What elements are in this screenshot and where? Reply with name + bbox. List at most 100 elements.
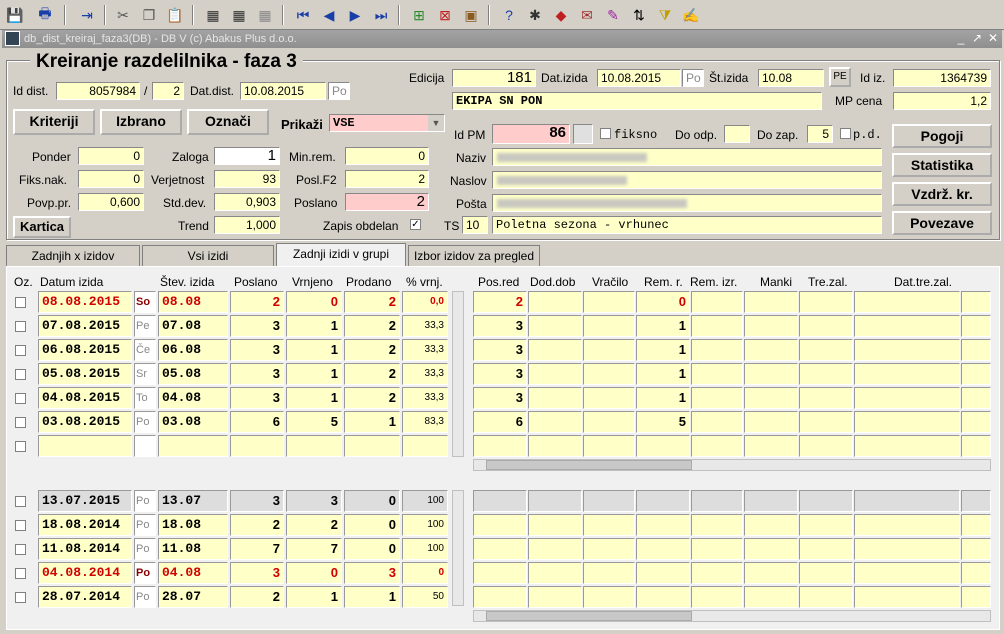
rows_top-cell-date[interactable]: 03.08.2015 bbox=[38, 411, 132, 433]
rows_top-cell-pct[interactable]: 33,3 bbox=[402, 363, 448, 385]
rows_bottom-cell-dattrezal[interactable] bbox=[854, 514, 960, 536]
rows_bottom-cell-poslano[interactable]: 3 bbox=[230, 490, 284, 512]
rows_top-cell-manki[interactable] bbox=[744, 315, 798, 337]
rows_top-cell-poslano[interactable]: 3 bbox=[230, 387, 284, 409]
rows_bottom-cell-dattrezal[interactable] bbox=[854, 586, 960, 608]
rows_bottom-cell-remizr[interactable] bbox=[691, 490, 743, 512]
rows_top-cell-extra[interactable] bbox=[961, 339, 991, 361]
paste-icon[interactable]: 📋 bbox=[164, 4, 186, 26]
rows_top-cell-rem[interactable]: 1 bbox=[636, 363, 690, 385]
rows_bottom-cell-poslano[interactable]: 3 bbox=[230, 562, 284, 584]
rows_top-cell-vrnjeno[interactable]: 1 bbox=[286, 387, 342, 409]
rows_bottom-cell-extra[interactable] bbox=[961, 538, 991, 560]
rows_top-cell-manki[interactable] bbox=[744, 363, 798, 385]
rows_bottom-cell-dattrezal[interactable] bbox=[854, 490, 960, 512]
rows_top-cell-prodano[interactable]: 2 bbox=[344, 339, 400, 361]
rows_bottom-cell-vracilo[interactable] bbox=[583, 562, 635, 584]
rows_bottom-cell-trezal[interactable] bbox=[799, 514, 853, 536]
rows_top-cell-vracilo[interactable] bbox=[583, 435, 635, 457]
rows_bottom-cell-dodbob[interactable] bbox=[528, 562, 582, 584]
rows_bottom-cell-pct[interactable]: 100 bbox=[402, 514, 448, 536]
rows_top-cell-prodano[interactable]: 2 bbox=[344, 387, 400, 409]
rows_top-cell-dattrezal[interactable] bbox=[854, 315, 960, 337]
rows_top-cell-day[interactable]: So bbox=[134, 291, 156, 313]
sort-icon[interactable]: ⇅ bbox=[628, 4, 650, 26]
hscroll-thumb[interactable] bbox=[486, 611, 692, 621]
rows_top-cell-rem[interactable] bbox=[636, 435, 690, 457]
rows_bottom-cell-remizr[interactable] bbox=[691, 586, 743, 608]
id-iz-field[interactable]: 1364739 bbox=[893, 69, 991, 87]
rows_bottom-cell-date[interactable]: 11.08.2014 bbox=[38, 538, 132, 560]
naslov-field[interactable] bbox=[492, 171, 882, 189]
rows_top-cell-prodano[interactable]: 1 bbox=[344, 411, 400, 433]
rows_top-cell-date[interactable]: 06.08.2015 bbox=[38, 339, 132, 361]
rows_bottom-cell-num[interactable]: 28.07 bbox=[158, 586, 228, 608]
rows_bottom-cell-day[interactable]: Po bbox=[134, 514, 156, 536]
rows_bottom-cell-date[interactable]: 04.08.2014 bbox=[38, 562, 132, 584]
rows_bottom-cell-posred[interactable] bbox=[473, 490, 527, 512]
rows_top-cell-vracilo[interactable] bbox=[583, 315, 635, 337]
rows_bottom-cell-posred[interactable] bbox=[473, 514, 527, 536]
rows_top-row-checkbox[interactable] bbox=[15, 345, 26, 356]
id-pm-field[interactable]: 86 bbox=[492, 124, 570, 144]
verjetnost-field[interactable]: 93 bbox=[214, 170, 280, 188]
rows_bottom-cell-prodano[interactable]: 0 bbox=[344, 514, 400, 536]
rows_bottom-cell-dodbob[interactable] bbox=[528, 538, 582, 560]
rows_bottom-cell-vrnjeno[interactable]: 1 bbox=[286, 586, 342, 608]
rows_bottom-cell-rem[interactable] bbox=[636, 562, 690, 584]
delete-record-icon[interactable]: ⊠ bbox=[434, 4, 456, 26]
rows_bottom-cell-extra[interactable] bbox=[961, 490, 991, 512]
rows_top-cell-manki[interactable] bbox=[744, 291, 798, 313]
id-pm-lookup[interactable] bbox=[573, 124, 593, 144]
rows_top-cell-vracilo[interactable] bbox=[583, 291, 635, 313]
rows_bottom-cell-poslano[interactable]: 7 bbox=[230, 538, 284, 560]
rows_bottom-cell-prodano[interactable]: 1 bbox=[344, 586, 400, 608]
rows_top-cell-dattrezal[interactable] bbox=[854, 435, 960, 457]
rows_bottom-cell-pct[interactable]: 50 bbox=[402, 586, 448, 608]
rows_bottom-row-checkbox[interactable] bbox=[15, 568, 26, 579]
rows_top-cell-vrnjeno[interactable]: 0 bbox=[286, 291, 342, 313]
rows_bottom-cell-remizr[interactable] bbox=[691, 514, 743, 536]
rows_top-row-checkbox[interactable] bbox=[15, 297, 26, 308]
rows_bottom-cell-num[interactable]: 13.07 bbox=[158, 490, 228, 512]
rows_top-cell-poslano[interactable] bbox=[230, 435, 284, 457]
rows_bottom-cell-num[interactable]: 18.08 bbox=[158, 514, 228, 536]
rows_bottom-cell-num[interactable]: 04.08 bbox=[158, 562, 228, 584]
top-grid-hscroll[interactable] bbox=[473, 459, 991, 471]
rows_top-cell-num[interactable] bbox=[158, 435, 228, 457]
rows_bottom-cell-vrnjeno[interactable]: 0 bbox=[286, 562, 342, 584]
rows_top-cell-rem[interactable]: 1 bbox=[636, 315, 690, 337]
save-icon[interactable]: 💾 bbox=[4, 4, 26, 26]
minimize-icon[interactable]: _ bbox=[954, 31, 968, 45]
rows_top-cell-posred[interactable]: 3 bbox=[473, 315, 527, 337]
rows_top-cell-vracilo[interactable] bbox=[583, 387, 635, 409]
rows_top-cell-remizr[interactable] bbox=[691, 435, 743, 457]
rows_top-cell-vrnjeno[interactable]: 1 bbox=[286, 339, 342, 361]
rows_bottom-row-checkbox[interactable] bbox=[15, 496, 26, 507]
debug-icon[interactable]: ✱ bbox=[524, 4, 546, 26]
rows_top-cell-dodbob[interactable] bbox=[528, 315, 582, 337]
poslano-field[interactable]: 2 bbox=[345, 193, 429, 211]
next-record-icon[interactable]: ▶ bbox=[344, 4, 366, 26]
izbrano-button[interactable]: Izbrano bbox=[100, 109, 182, 135]
close-icon[interactable]: ✕ bbox=[986, 31, 1000, 45]
restore-icon[interactable]: ↗ bbox=[970, 31, 984, 45]
min-rem-field[interactable]: 0 bbox=[345, 147, 429, 165]
rows_top-cell-extra[interactable] bbox=[961, 315, 991, 337]
rows_bottom-cell-dattrezal[interactable] bbox=[854, 562, 960, 584]
rows_top-row-checkbox[interactable] bbox=[15, 369, 26, 380]
rows_top-cell-date[interactable] bbox=[38, 435, 132, 457]
rows_top-cell-rem[interactable]: 1 bbox=[636, 387, 690, 409]
kriteriji-button[interactable]: Kriteriji bbox=[13, 109, 95, 135]
rows_top-cell-trezal[interactable] bbox=[799, 435, 853, 457]
mail-icon[interactable]: ✉ bbox=[576, 4, 598, 26]
rows_top-cell-manki[interactable] bbox=[744, 435, 798, 457]
rows_bottom-cell-posred[interactable] bbox=[473, 586, 527, 608]
rows_bottom-cell-day[interactable]: Po bbox=[134, 562, 156, 584]
rows_top-cell-dodbob[interactable] bbox=[528, 363, 582, 385]
ts-value-field[interactable]: Poletna sezona - vrhunec bbox=[492, 216, 882, 234]
rows_bottom-cell-trezal[interactable] bbox=[799, 538, 853, 560]
tab-zadnji-izidi-v-grupi[interactable]: Zadnji izidi v grupi bbox=[276, 243, 406, 268]
rows_top-cell-vrnjeno[interactable] bbox=[286, 435, 342, 457]
rows_top-cell-num[interactable]: 06.08 bbox=[158, 339, 228, 361]
